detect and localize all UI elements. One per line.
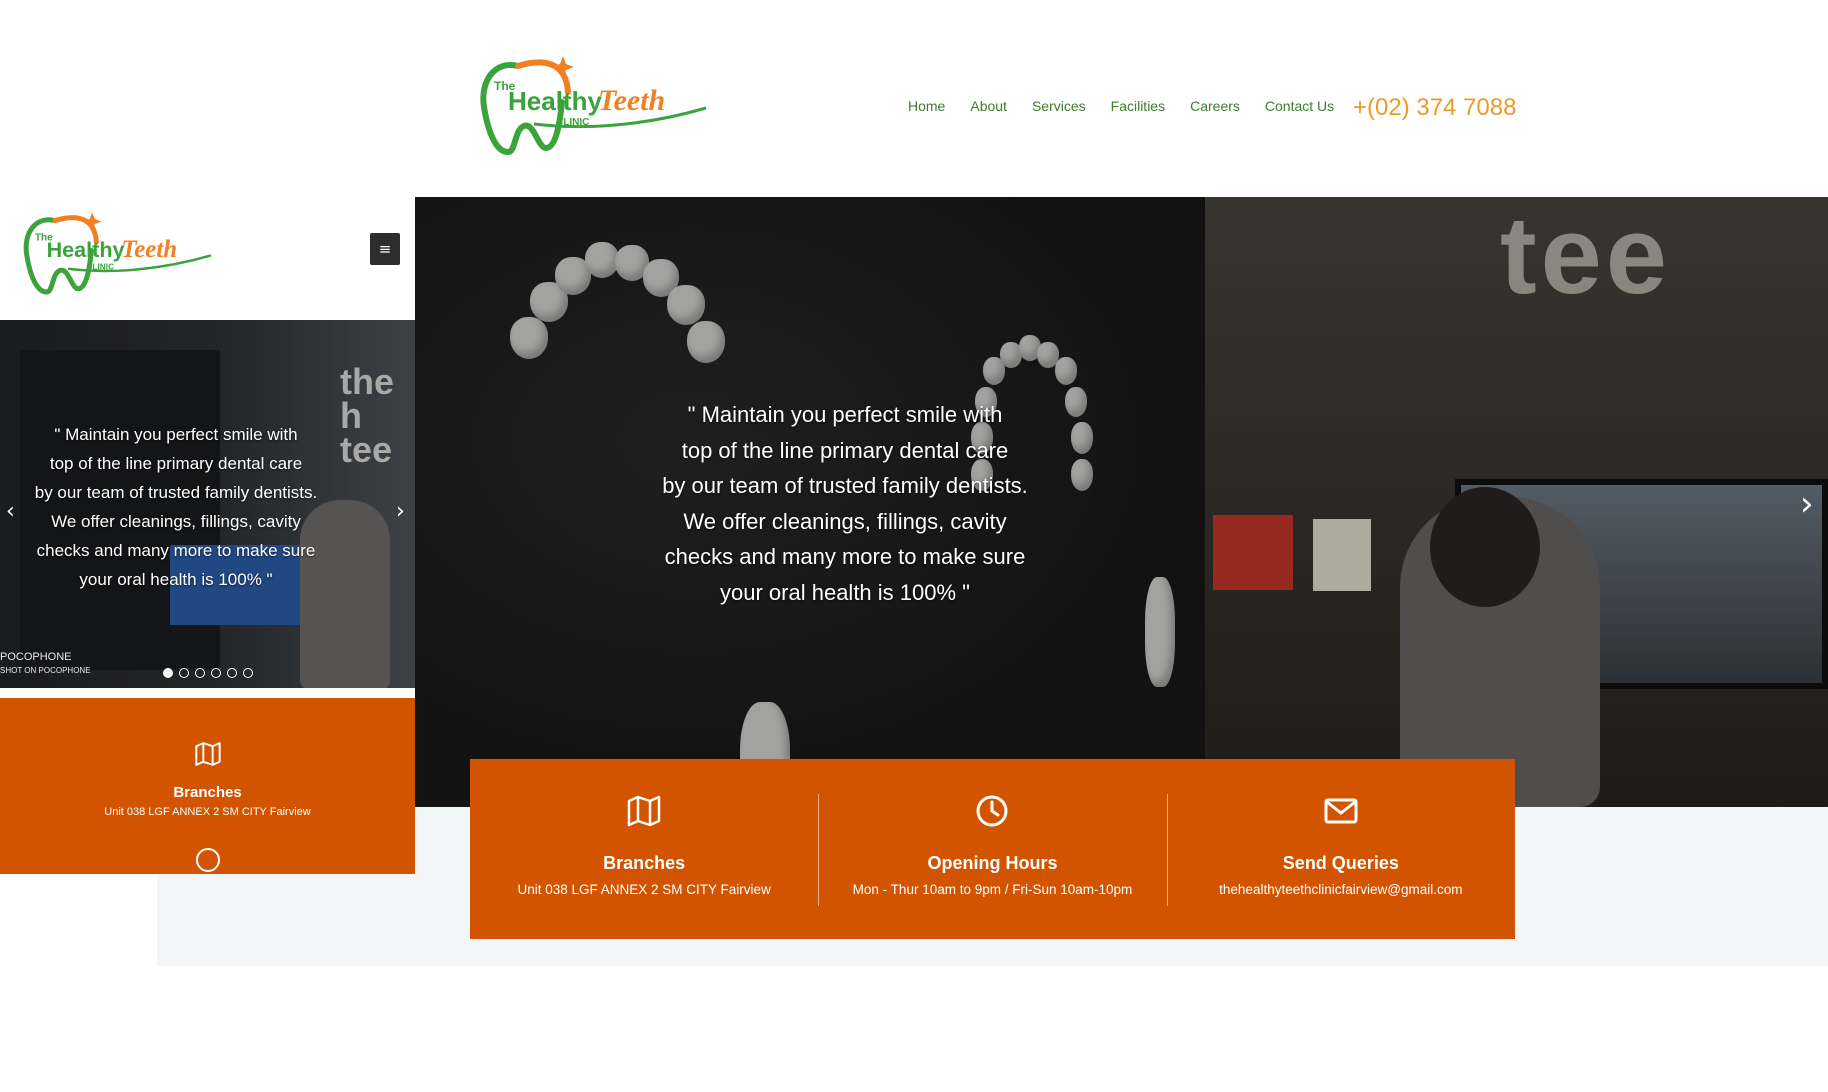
slider-dot[interactable]	[227, 668, 237, 678]
slider-dot[interactable]	[179, 668, 189, 678]
hero-quote: " Maintain you perfect smile with top of…	[415, 397, 1275, 610]
caption-sub: SHOT ON POCOPHONE	[0, 666, 91, 675]
slider-dot[interactable]	[195, 668, 205, 678]
logo-clinic: CLINIC	[556, 117, 589, 128]
hero-quote-line: top of the line primary dental care	[681, 437, 1009, 463]
mobile-logo-teeth: Teeth	[121, 236, 177, 263]
hero-quote-line: checks and many more to make sure	[664, 544, 1026, 569]
nav-contact-us[interactable]: Contact Us	[1265, 98, 1334, 114]
mobile-hero-slider[interactable]: the h tee " Maintain you perfect smile w…	[0, 320, 415, 688]
slider-dot[interactable]	[163, 668, 173, 678]
mobile-quote-line: We offer cleanings, fillings, cavity	[51, 512, 301, 531]
mobile-info-title: Branches	[173, 784, 242, 801]
hamburger-menu-button[interactable]: ≡	[370, 233, 400, 265]
clinic-logo[interactable]: The Healthy Teeth CLINIC	[474, 52, 714, 158]
info-send-queries: Send Queries thehealthyteethclinicfairvi…	[1166, 759, 1515, 939]
mobile-info-text: Unit 038 LGF ANNEX 2 SM CITY Fairview	[104, 806, 311, 818]
nav-facilities[interactable]: Facilities	[1111, 98, 1165, 114]
info-title: Branches	[603, 853, 686, 873]
mobile-logo-clinic: CLINIC	[86, 262, 114, 272]
info-text: Mon - Thur 10am to 9pm / Fri-Sun 10am-10…	[852, 882, 1133, 897]
nav-services[interactable]: Services	[1032, 98, 1086, 114]
main-nav: Home About Services Facilities Careers C…	[908, 98, 1334, 114]
slider-dot[interactable]	[211, 668, 221, 678]
info-text[interactable]: thehealthyteethclinicfairview@gmail.com	[1219, 882, 1462, 897]
nav-home[interactable]: Home	[908, 98, 945, 114]
info-box: Branches Unit 038 LGF ANNEX 2 SM CITY Fa…	[470, 759, 1515, 939]
hero-quote-line: by our team of trusted family dentists.	[662, 473, 1028, 498]
mobile-quote-line: top of the line primary dental care	[49, 454, 303, 473]
hero-slider[interactable]: tee " Maintain you perfect smile with to…	[415, 197, 1828, 807]
info-title: Opening Hours	[927, 853, 1058, 873]
chevron-right-icon[interactable]: ›	[1800, 487, 1814, 521]
mobile-quote-line: your oral health is 100% "	[79, 570, 273, 589]
hero-quote-line: " Maintain you perfect smile with	[687, 402, 1003, 427]
mobile-quote-line: by our team of trusted family dentists.	[34, 483, 318, 502]
info-opening-hours: Opening Hours Mon - Thur 10am to 9pm / F…	[818, 759, 1166, 939]
clock-icon	[976, 795, 1008, 827]
hero-quote-line: your oral health is 100% "	[720, 579, 970, 605]
page: The Healthy Teeth CLINIC Home About Serv…	[0, 0, 1828, 1092]
phone-number[interactable]: +(02) 374 7088	[1353, 94, 1516, 122]
info-title: Send Queries	[1282, 853, 1399, 873]
envelope-icon	[1324, 798, 1358, 824]
clock-icon	[195, 848, 220, 872]
info-branches: Branches Unit 038 LGF ANNEX 2 SM CITY Fa…	[470, 759, 818, 939]
mobile-clinic-logo[interactable]: The Healthy Teeth CLINIC	[18, 209, 218, 297]
slider-dots	[163, 668, 253, 678]
mobile-info-box: Branches Unit 038 LGF ANNEX 2 SM CITY Fa…	[0, 698, 415, 874]
mobile-logo-healthy: Healthy	[47, 237, 125, 262]
mobile-photo-caption: POCOPHONE SHOT ON POCOPHONE	[0, 651, 91, 677]
info-text: Unit 038 LGF ANNEX 2 SM CITY Fairview	[517, 882, 771, 897]
mobile-hero-quote: " Maintain you perfect smile with top of…	[0, 420, 352, 594]
wall-signage: tee	[1500, 197, 1671, 317]
menu-icon: ≡	[378, 240, 392, 258]
chevron-right-icon[interactable]: ›	[396, 495, 405, 529]
caption-brand: POCOPHONE	[0, 651, 72, 663]
mobile-preview: The Healthy Teeth CLINIC ≡ the h tee " M…	[0, 197, 415, 874]
map-icon	[627, 795, 661, 827]
logo-healthy: Healthy	[508, 86, 602, 116]
map-icon	[194, 742, 221, 766]
nav-careers[interactable]: Careers	[1190, 98, 1240, 114]
mobile-quote-line: " Maintain you perfect smile with	[54, 425, 298, 444]
chevron-left-icon[interactable]: ‹	[6, 495, 15, 529]
nav-about[interactable]: About	[970, 98, 1007, 114]
logo-teeth: Teeth	[598, 84, 665, 117]
mobile-quote-line: checks and many more to make sure	[36, 541, 316, 560]
hero-quote-line: We offer cleanings, fillings, cavity	[683, 508, 1007, 534]
slider-dot[interactable]	[243, 668, 253, 678]
